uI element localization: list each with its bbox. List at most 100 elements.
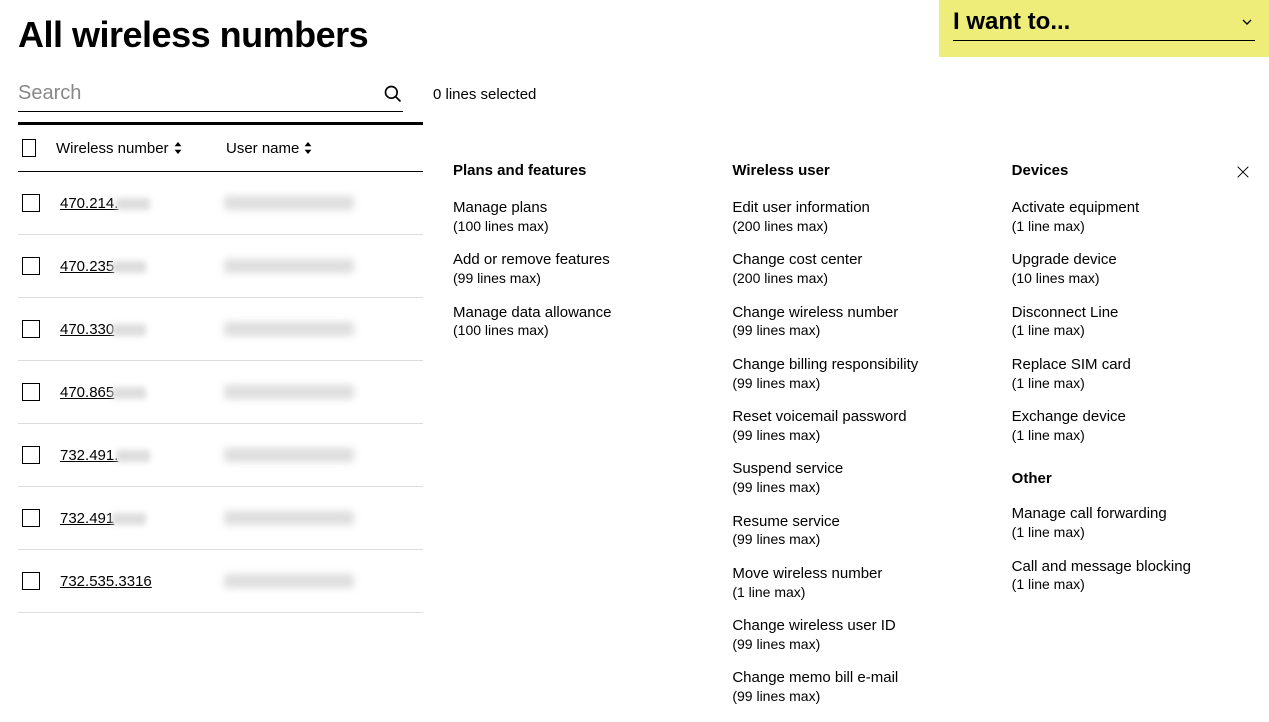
masked-text [112, 324, 146, 336]
action-label: Disconnect Line [1012, 304, 1251, 323]
user-name-masked [224, 385, 354, 399]
user-action[interactable]: Resume service(99 lines max) [732, 513, 971, 549]
plans-action[interactable]: Add or remove features(99 lines max) [453, 251, 692, 287]
action-note: (100 lines max) [453, 322, 692, 340]
action-label: Change billing responsibility [732, 356, 971, 375]
row-checkbox[interactable] [22, 383, 40, 401]
action-label: Move wireless number [732, 565, 971, 584]
col-devices: Devices Activate equipment(1 line max)Up… [1012, 162, 1251, 722]
action-note: (99 lines max) [732, 688, 971, 706]
search-input[interactable] [18, 76, 383, 111]
devices-action[interactable]: Replace SIM card(1 line max) [1012, 356, 1251, 392]
col-header-user-label: User name [226, 140, 299, 157]
user-action[interactable]: Change wireless user ID(99 lines max) [732, 617, 971, 653]
masked-text [116, 450, 150, 462]
action-note: (99 lines max) [732, 427, 971, 445]
user-action[interactable]: Suspend service(99 lines max) [732, 460, 971, 496]
row-checkbox[interactable] [22, 509, 40, 527]
row-checkbox[interactable] [22, 257, 40, 275]
user-name-masked [224, 322, 354, 336]
row-checkbox[interactable] [22, 320, 40, 338]
wireless-number-link[interactable]: 732.535.3316 [60, 573, 224, 590]
table-row: 470.865 [18, 361, 423, 424]
table-row: 470.330 [18, 298, 423, 361]
plans-action[interactable]: Manage plans(100 lines max) [453, 199, 692, 235]
user-action[interactable]: Change billing responsibility(99 lines m… [732, 356, 971, 392]
actions-panel: Plans and features Manage plans(100 line… [453, 122, 1251, 722]
user-name-masked [224, 574, 354, 588]
action-note: (99 lines max) [732, 322, 971, 340]
col-devices-heading: Devices [1012, 162, 1251, 179]
col-header-user[interactable]: User name [226, 140, 423, 157]
search-field[interactable] [18, 76, 403, 112]
row-checkbox[interactable] [22, 572, 40, 590]
table-row: 470.235 [18, 235, 423, 298]
action-note: (1 line max) [1012, 427, 1251, 445]
wireless-number-link[interactable]: 470.330 [60, 321, 224, 338]
masked-text [116, 198, 150, 210]
user-name-masked [224, 448, 354, 462]
action-label: Change cost center [732, 251, 971, 270]
user-action[interactable]: Edit user information(200 lines max) [732, 199, 971, 235]
action-note: (1 line max) [1012, 322, 1251, 340]
action-label: Call and message blocking [1012, 558, 1251, 577]
devices-action[interactable]: Activate equipment(1 line max) [1012, 199, 1251, 235]
action-note: (99 lines max) [732, 375, 971, 393]
numbers-table: Wireless number User name 470.214. 470.23… [18, 122, 423, 722]
other-action[interactable]: Call and message blocking(1 line max) [1012, 558, 1251, 594]
user-name-masked [224, 259, 354, 273]
action-label: Reset voicemail password [732, 408, 971, 427]
action-note: (10 lines max) [1012, 270, 1251, 288]
action-label: Add or remove features [453, 251, 692, 270]
devices-action[interactable]: Exchange device(1 line max) [1012, 408, 1251, 444]
action-note: (1 line max) [1012, 524, 1251, 542]
action-note: (200 lines max) [732, 270, 971, 288]
action-label: Suspend service [732, 460, 971, 479]
row-checkbox[interactable] [22, 446, 40, 464]
action-note: (100 lines max) [453, 218, 692, 236]
col-header-number-label: Wireless number [56, 140, 169, 157]
action-label: Replace SIM card [1012, 356, 1251, 375]
table-header: Wireless number User name [18, 122, 423, 172]
col-plans: Plans and features Manage plans(100 line… [453, 162, 692, 722]
masked-text [112, 387, 146, 399]
action-label: Change memo bill e-mail [732, 669, 971, 688]
wireless-number-link[interactable]: 470.865 [60, 384, 224, 401]
action-label: Exchange device [1012, 408, 1251, 427]
row-checkbox[interactable] [22, 194, 40, 212]
user-action[interactable]: Change memo bill e-mail(99 lines max) [732, 669, 971, 705]
user-name-masked [224, 511, 354, 525]
wireless-number-link[interactable]: 470.235 [60, 258, 224, 275]
wireless-number-link[interactable]: 732.491 [60, 510, 224, 527]
col-plans-heading: Plans and features [453, 162, 692, 179]
user-action[interactable]: Change wireless number(99 lines max) [732, 304, 971, 340]
devices-action[interactable]: Upgrade device(10 lines max) [1012, 251, 1251, 287]
user-action[interactable]: Move wireless number(1 line max) [732, 565, 971, 601]
plans-action[interactable]: Manage data allowance(100 lines max) [453, 304, 692, 340]
col-header-number[interactable]: Wireless number [56, 140, 226, 157]
close-icon[interactable] [1235, 164, 1251, 180]
col-other-heading: Other [1012, 470, 1251, 487]
masked-text [112, 261, 146, 273]
action-label: Change wireless user ID [732, 617, 971, 636]
action-label: Manage call forwarding [1012, 505, 1251, 524]
devices-action[interactable]: Disconnect Line(1 line max) [1012, 304, 1251, 340]
action-label: Edit user information [732, 199, 971, 218]
user-action[interactable]: Reset voicemail password(99 lines max) [732, 408, 971, 444]
action-note: (1 line max) [1012, 375, 1251, 393]
i-want-to-label: I want to... [953, 8, 1070, 36]
wireless-number-link[interactable]: 470.214. [60, 195, 224, 212]
other-action[interactable]: Manage call forwarding(1 line max) [1012, 505, 1251, 541]
wireless-number-link[interactable]: 732.491. [60, 447, 224, 464]
user-action[interactable]: Change cost center(200 lines max) [732, 251, 971, 287]
table-row: 732.535.3316 [18, 550, 423, 613]
sort-icon [303, 142, 313, 154]
search-icon[interactable] [383, 84, 403, 104]
table-row: 470.214. [18, 172, 423, 235]
select-all-checkbox[interactable] [22, 139, 36, 157]
action-label: Activate equipment [1012, 199, 1251, 218]
i-want-to-dropdown[interactable]: I want to... [939, 0, 1269, 57]
table-row: 732.491 [18, 487, 423, 550]
selection-status: 0 lines selected [433, 86, 536, 103]
action-note: (200 lines max) [732, 218, 971, 236]
